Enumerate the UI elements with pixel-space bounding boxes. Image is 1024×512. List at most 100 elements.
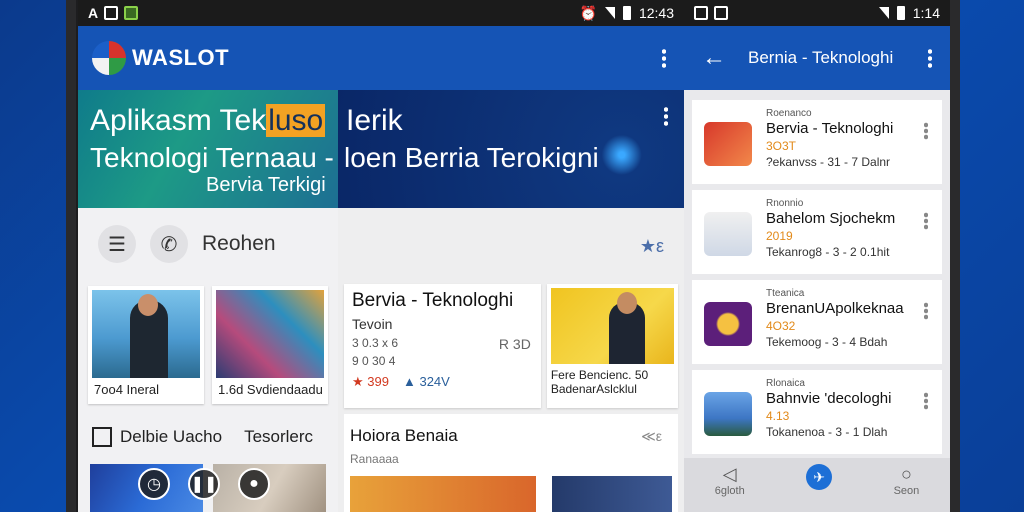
app-icon (704, 212, 752, 256)
item-title: Bahelom Sjochekm (766, 210, 896, 227)
item-year: 2019 (766, 229, 793, 243)
app-badge-icon (124, 6, 139, 20)
settings-icon (104, 6, 119, 20)
alarm-icon: ⏰ (579, 4, 597, 21)
search-row: ☰ ✆ Reohen (78, 208, 338, 280)
more-icon[interactable] (924, 302, 928, 320)
hero-banner[interactable]: Aplikasm Tekluso Teknologi Ternaau - Ber… (78, 90, 338, 208)
toolbar-strip: ★ε (338, 208, 684, 284)
app-bar (338, 26, 684, 90)
item-category: Tteanica (766, 288, 805, 299)
more-icon[interactable] (924, 212, 928, 230)
section-title: Hoiora Benaia (350, 426, 458, 445)
clock: 1:14 (912, 5, 940, 21)
hero-line-1: Aplikasm Tekluso (90, 104, 326, 137)
item-year: 3O3T (766, 139, 797, 153)
section-title[interactable]: Delbie Uacho (120, 427, 222, 447)
status-bar-right: 1:14 (684, 0, 950, 26)
app-bar: WASLOT (78, 26, 338, 90)
hero-line-3: Bervia Terkigi (206, 174, 326, 196)
page-title: Bernia - Teknologhi (748, 48, 894, 67)
rating-icon[interactable]: ★ε (640, 236, 664, 257)
app-icon (704, 302, 752, 346)
overflow-menu-icon[interactable] (928, 48, 932, 68)
screen-feed: Ierik loen Berria Terokigni ★ε Bervia - … (338, 26, 684, 512)
floating-controls: ◷ ❚❚ ● (138, 468, 270, 500)
app-meta: 9 0 30 4 (352, 354, 396, 368)
screen-home: WASLOT Aplikasm Tekluso Teknologi Ternaa… (78, 26, 338, 512)
item-meta: Tekanrog8 - 3 - 2 0.1hit (766, 245, 890, 259)
app-rating: R 3D (498, 336, 531, 352)
menu-icon[interactable]: ☰ (98, 225, 136, 263)
search-label[interactable]: Reohen (202, 232, 276, 256)
featured-app-card[interactable]: Bervia - Teknologhi Tevoin 3 0.3 x 6 9 0… (344, 284, 541, 408)
list-item[interactable]: Roenanco Bervia - Teknologhi 3O3T ?ekanv… (692, 100, 942, 184)
wifi-icon (604, 7, 615, 19)
compass-icon: ✈ (806, 464, 833, 490)
app-list: Roenanco Bervia - Teknologhi 3O3T ?ekanv… (684, 90, 950, 454)
item-title: BrenanUApolkeknaa (766, 300, 904, 317)
thumbnail[interactable] (552, 476, 672, 512)
gallery-icon (694, 6, 708, 20)
overflow-menu-icon[interactable] (662, 48, 666, 68)
item-meta: Tokanenoa - 3 - 1 Dlah (766, 425, 888, 439)
share-icon[interactable]: ≪ε (641, 428, 662, 445)
app-icon (704, 392, 752, 436)
phone-icon[interactable]: ✆ (150, 225, 188, 263)
list-item[interactable]: Tteanica BrenanUApolkeknaa 4O32 Tekemoog… (692, 280, 942, 364)
more-icon[interactable] (924, 122, 928, 140)
section-subtitle[interactable]: Tesorlerc (244, 427, 313, 447)
section-subtitle: Ranaaaa (350, 452, 399, 466)
app-icon (704, 122, 752, 166)
app-title: Bervia - Teknologhi (352, 290, 514, 311)
nav-label: Seon (893, 485, 920, 497)
item-title: Bervia - Teknologhi (766, 120, 894, 137)
nav-item-search[interactable]: ○ Seon (894, 464, 920, 497)
nav-label: 6gloth (714, 485, 745, 497)
thumbnail[interactable] (350, 476, 536, 512)
item-category: Rnonnio (766, 198, 804, 209)
nav-item-back[interactable]: ◁ 6gloth (715, 464, 745, 497)
battery-icon (896, 6, 905, 20)
pause-icon[interactable]: ❚❚ (188, 468, 220, 500)
item-year: 4.13 (766, 409, 790, 423)
app-bar: ← Bernia - Teknologhi (684, 26, 950, 90)
item-category: Roenanco (766, 108, 812, 119)
list-item[interactable]: Rlonaica Bahnvie 'decologhi 4.13 Tokanen… (692, 370, 942, 454)
battery-icon (622, 6, 631, 20)
hero-banner[interactable]: Ierik loen Berria Terokigni (338, 90, 684, 208)
news-card[interactable]: 7oo4 Ineral (88, 286, 204, 404)
card-caption: 1.6d Svdiendaadu (218, 382, 323, 397)
wifi-icon (878, 7, 889, 19)
app-subtitle: Tevoin (352, 316, 393, 332)
overflow-menu-icon[interactable] (664, 106, 668, 126)
back-triangle-icon: ◁ (722, 464, 737, 484)
item-meta: Tekemoog - 3 - 4 Bdah (766, 335, 888, 349)
featured-row: Bervia - Teknologhi Tevoin 3 0.3 x 6 9 0… (338, 284, 684, 408)
bottom-nav: ◁ 6gloth ✈ ○ Seon (684, 458, 950, 512)
back-arrow-icon[interactable]: ← (702, 44, 726, 72)
book-icon (92, 427, 112, 447)
item-category: Rlonaica (766, 378, 805, 389)
app-logo-icon[interactable] (92, 41, 126, 75)
search-icon: ○ (900, 464, 912, 484)
news-thumbnail (550, 288, 674, 364)
record-icon[interactable]: ● (238, 468, 270, 500)
section-header: Delbie Uacho Tesorlerc (78, 410, 338, 464)
clock-icon[interactable]: ◷ (138, 468, 170, 500)
news-card[interactable]: 1.6d Svdiendaadu (212, 286, 328, 404)
hero-line-2: Teknologi Ternaau - (90, 142, 334, 173)
item-year: 4O32 (766, 319, 796, 333)
hero-line-2: loen Berria Terokigni (344, 142, 599, 173)
news-card[interactable]: Fere Bencienc. 50 BadenarAslcklul (546, 284, 678, 408)
section-card[interactable]: Hoiora Benaia Ranaaaa ≪ε (344, 414, 678, 512)
item-meta: ?ekanvss - 31 - 7 Dalnr (766, 155, 891, 169)
nav-item-home[interactable]: ✈ (806, 464, 833, 490)
news-thumbnail (92, 290, 200, 378)
status-bar-left: A (78, 0, 338, 26)
more-icon[interactable] (924, 392, 928, 410)
signal-a-icon: A (88, 5, 99, 21)
notification-icon (714, 6, 728, 20)
card-row: 7oo4 Ineral 1.6d Svdiendaadu (78, 280, 338, 410)
list-item[interactable]: Rnonnio Bahelom Sjochekm 2019 Tekanrog8 … (692, 190, 942, 274)
